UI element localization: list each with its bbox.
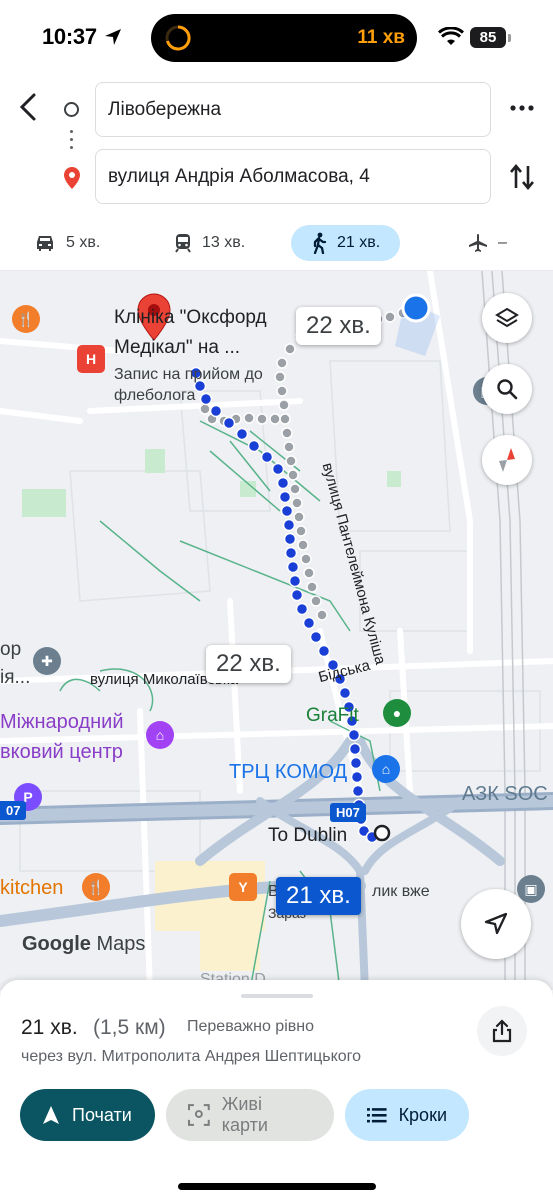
location-arrow-icon [105,29,121,45]
travel-mode-bar: 5 хв. 13 хв. 21 хв. – [0,222,553,266]
sheet-grabber[interactable] [241,994,313,998]
restaurant-poi-icon[interactable]: 🍴 [12,305,40,333]
bar-poi-icon[interactable]: Y [229,873,257,901]
mode-tab-flight[interactable]: – [468,225,507,261]
clinic-label[interactable]: Клініка "Оксфорд [114,307,267,329]
live-label: Живі карти [221,1094,268,1135]
share-button[interactable] [477,1006,527,1056]
mode-label: 5 хв. [66,234,101,251]
route-terrain-note: Переважно рівно [187,1018,314,1035]
kitchen-label[interactable]: kitchen [0,877,63,900]
hospital-poi-icon[interactable]: H [77,345,105,373]
dublin-sublabel: лик вже [372,883,430,900]
alt-route-time-bubble[interactable]: 22 хв. [296,307,381,345]
selected-route-time-bubble[interactable]: 21 хв. [276,877,361,915]
train-icon [175,234,191,253]
mode-label: – [498,234,507,251]
map-view[interactable]: 🍴 H ✚ ⌂ P ● ⌂ 🍴 Y ▣ ▣ Клініка "Оксфорд М… [0,271,553,990]
clinic-sublabel: флеболога [114,387,196,404]
origin-input[interactable]: Лівобережна [95,82,491,137]
walk-icon [313,232,327,254]
route-via: через вул. Митрополита Андрея Шептицьког… [21,1048,362,1065]
battery-indicator: 85 [470,27,506,48]
search-button[interactable] [482,364,532,414]
destination-pin-icon [64,167,80,189]
highway-badge: Н07 [330,803,366,822]
plane-icon [469,234,487,252]
mode-tab-transit[interactable]: 13 хв. [174,225,245,261]
alt-route-time-bubble[interactable]: 22 хв. [206,645,291,683]
church-poi-icon[interactable]: ✚ [33,647,61,675]
home-indicator[interactable] [178,1183,376,1190]
timer-text: 11 хв [357,27,405,48]
shopping-poi-icon[interactable]: ⌂ [372,755,400,783]
list-icon [367,1108,387,1123]
google-maps-logo: Google Maps [22,933,145,956]
highway-badge: 07 [0,801,27,820]
poi-label: ор [0,639,22,660]
restaurant-poi-icon[interactable]: 🍴 [82,873,110,901]
grafit-label[interactable]: GraFit [306,705,359,727]
layers-button[interactable] [482,293,532,343]
swap-directions-icon[interactable] [508,162,536,192]
route-dots-icon [70,130,73,154]
mode-tab-walk[interactable]: 21 хв. [291,225,401,261]
start-navigation-button[interactable]: Почати [20,1089,155,1141]
start-label: Почати [72,1104,132,1125]
maps-logo-text: Maps [96,933,146,955]
google-logo-text: Google [22,933,91,955]
mode-label: 21 хв. [337,234,381,251]
status-time: 10:37 [42,24,97,49]
school-poi-icon[interactable]: ⌂ [146,721,174,749]
route-duration: 21 хв. [21,1016,78,1039]
car-icon [37,236,53,251]
wifi-icon [438,27,464,45]
mode-label: 13 хв. [202,234,246,251]
status-bar: 10:37 11 хв 85 [0,0,553,76]
search-icon [497,379,518,400]
azk-label[interactable]: АЗК SOC [462,783,548,806]
route-summary-sheet[interactable]: 21 хв. (1,5 км) Переважно рівно через ву… [0,980,553,1200]
intl-center-label[interactable]: вковий центр [0,741,123,764]
route-distance: (1,5 км) [93,1016,166,1039]
compass-icon [499,448,515,472]
navigation-arrow-icon [484,912,508,935]
timer-ring-icon [165,25,191,51]
live-view-icon [188,1104,210,1126]
live-view-button[interactable]: Живі карти [166,1089,334,1141]
clinic-sublabel: Запис на прийом до [114,366,263,383]
clinic-label[interactable]: Медікал" на ... [114,337,240,359]
dublin-label[interactable]: To Dublin [268,825,347,847]
destination-input[interactable]: вулиця Андрія Аболмасова, 4 [95,149,491,204]
mode-tab-drive[interactable]: 5 хв. [34,225,100,261]
share-icon [492,1019,512,1043]
steps-button[interactable]: Кроки [345,1089,469,1141]
navigation-icon [43,1106,59,1124]
more-options-icon[interactable] [508,96,536,120]
poi-label: ія... [0,667,31,688]
back-arrow-icon[interactable] [16,92,42,122]
dynamic-island[interactable]: 11 хв [151,14,417,62]
compass-button[interactable] [482,435,532,485]
layers-icon [495,307,519,328]
fitness-poi-icon[interactable]: ● [383,699,411,727]
origin-marker-icon [64,102,79,117]
battery-cap [508,34,511,42]
steps-label: Кроки [398,1104,447,1125]
intl-center-label[interactable]: Міжнародний [0,711,124,734]
komod-label[interactable]: ТРЦ КОМОД [229,761,347,784]
my-location-button[interactable] [461,889,531,959]
